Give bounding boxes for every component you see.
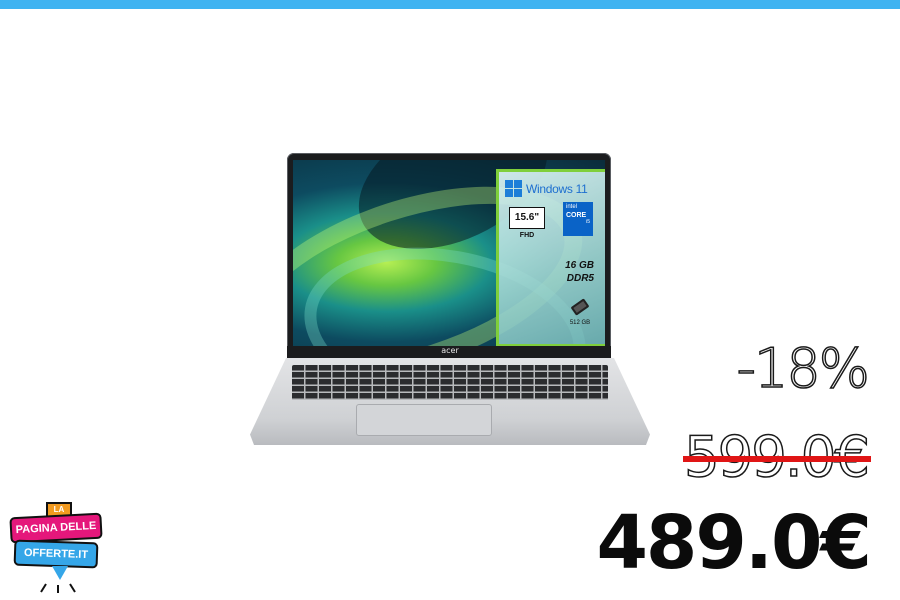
spec-panel: Windows 11 15.6" FHD intel CORE i5 16 GB… <box>496 169 605 346</box>
cpu-tier: i5 <box>586 219 590 225</box>
lid-brand-logo: acer <box>441 346 459 355</box>
ram-size: 16 GB <box>565 260 594 271</box>
windows-badge: Windows 11 <box>505 180 588 197</box>
keyboard-rows <box>292 365 608 400</box>
product-image-laptop: Windows 11 15.6" FHD intel CORE i5 16 GB… <box>250 153 650 445</box>
old-price-strikethrough <box>683 456 871 462</box>
site-logo: LA PAGINA DELLE OFFERTE.IT <box>8 500 104 596</box>
screen-size-badge: 15.6" <box>509 207 545 229</box>
laptop-lid: Windows 11 15.6" FHD intel CORE i5 16 GB… <box>287 153 611 361</box>
laptop-touchpad <box>356 404 492 436</box>
screen-type-label: FHD <box>519 232 535 239</box>
new-price: 489.0€ <box>596 500 872 586</box>
intel-core-badge: intel CORE i5 <box>563 202 593 236</box>
storage-size: 512 GB <box>569 320 591 326</box>
cpu-line: CORE <box>566 212 587 219</box>
logo-rays-icon <box>40 583 76 593</box>
cpu-brand: intel <box>566 204 578 210</box>
top-accent-bar <box>0 0 900 9</box>
discount-badge: -18% <box>736 336 871 401</box>
logo-line-2: OFFERTE.IT <box>13 539 99 569</box>
logo-line-1: PAGINA DELLE <box>9 512 103 544</box>
windows-logo-icon <box>505 180 522 197</box>
os-label: Windows 11 <box>526 181 588 196</box>
ram-type: DDR5 <box>566 273 594 284</box>
logo-speech-tail <box>52 566 68 580</box>
ssd-icon <box>571 298 589 316</box>
laptop-screen: Windows 11 15.6" FHD intel CORE i5 16 GB… <box>293 160 605 346</box>
